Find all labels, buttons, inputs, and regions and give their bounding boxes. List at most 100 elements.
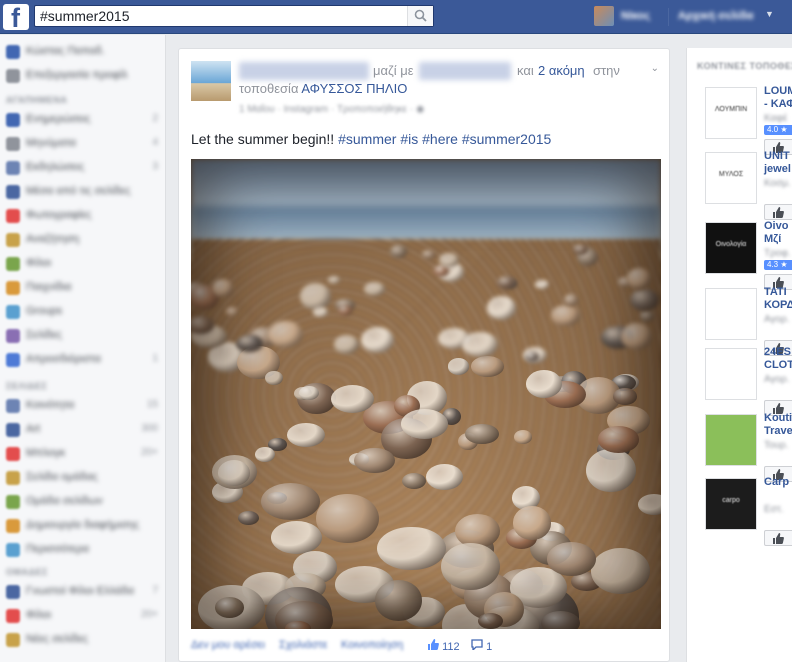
sidebar-item[interactable]: Σελίδα ομάδας — [4, 469, 162, 487]
sidebar-item-count: 15 — [146, 399, 158, 410]
sidebar-item[interactable]: Αναζήτηση — [4, 231, 162, 249]
hashtag-link[interactable]: #summer — [338, 131, 396, 147]
sidebar-item[interactable]: Νέες σελίδες — [4, 631, 162, 649]
user-name-link[interactable]: Νίκος — [621, 10, 650, 22]
left-sidebar: Κώστας Παπαδ. Επεξεργασία προφίλ ΑΓΑΠΗΜΕΝΑ… — [0, 35, 166, 662]
post-meta-text: 1 Μαΐου · Instagram · Τροποποιήθηκε · — [239, 104, 416, 115]
hashtag-link[interactable]: #summer2015 — [462, 131, 552, 147]
place-title-link[interactable]: LOUM - ΚΑΦ — [764, 85, 792, 111]
nearby-place-item: 24ES CLOT Αγορ. — [687, 344, 792, 416]
sidebar-item[interactable]: Groups — [4, 303, 162, 321]
sidebar-item-icon — [6, 447, 20, 461]
at-text: στην — [593, 63, 620, 78]
thumbs-up-icon — [773, 533, 784, 544]
search-button[interactable] — [407, 6, 433, 26]
sidebar-item-count: 20+ — [141, 609, 158, 620]
place-rating-badge: 4.3 ★ — [764, 260, 792, 270]
place-thumbnail[interactable] — [705, 414, 757, 466]
sidebar-item[interactable]: Μηνύματα 4 — [4, 135, 162, 153]
place-title-link[interactable]: ΤΑΤΙ ΚΟΡΔ — [764, 286, 792, 312]
thumbs-up-icon — [428, 639, 439, 650]
sidebar-item-label: Κοινότητα — [26, 399, 75, 411]
sidebar-item[interactable]: Μπλογκ 20+ — [4, 445, 162, 463]
sidebar-item[interactable]: Ομάδα σελίδων — [4, 493, 162, 511]
sidebar-item[interactable]: Απροσδιόριστα 1 — [4, 351, 162, 369]
likes-summary[interactable]: 112 — [427, 639, 460, 653]
place-title-link[interactable]: Kouti Trave — [764, 412, 792, 438]
place-rating-badge: 4.0 ★ — [764, 125, 792, 135]
comments-summary[interactable]: 1 — [471, 639, 492, 653]
nearby-places-heading: ΚΟΝΤΙΝΕΣ ΤΟΠΟΘΕΣΙΕΣ — [697, 61, 792, 71]
place-thumbnail[interactable] — [705, 348, 757, 400]
hashtag-link[interactable]: #here — [422, 131, 458, 147]
sidebar-item-count: 3 — [152, 161, 158, 172]
share-button[interactable]: Κοινοποίηση — [341, 639, 403, 651]
search-icon — [414, 9, 427, 22]
nearby-place-item: Kouti Trave Τουρ. — [687, 410, 792, 482]
with-text: μαζί με — [373, 63, 414, 78]
place-title-link[interactable]: Oivo Μζί — [764, 220, 788, 246]
sidebar-item-label: Φίλοι — [26, 609, 52, 621]
place-thumbnail[interactable]: ΛΟΥΜΠΙΝ — [705, 87, 757, 139]
thumbs-up-icon — [773, 207, 784, 218]
sidebar-item[interactable]: Παιχνίδια — [4, 279, 162, 297]
sidebar-item-icon — [6, 137, 20, 151]
like-button[interactable]: Δεν μου αρέσει — [191, 639, 265, 651]
sidebar-item-icon — [6, 585, 20, 599]
hashtag-link[interactable]: #is — [400, 131, 418, 147]
facebook-logo[interactable]: f — [3, 4, 29, 30]
post-options-chevron-icon[interactable]: ⌄ — [651, 63, 659, 74]
chevron-down-icon[interactable]: ▼ — [765, 9, 774, 19]
place-category: Αγορ. — [764, 314, 790, 325]
sidebar-item-label: Νέες σελίδες — [26, 633, 89, 645]
author-name[interactable] — [239, 62, 369, 80]
sidebar-item[interactable]: Σελίδες — [4, 327, 162, 345]
sidebar-item[interactable]: Περισσότερα — [4, 541, 162, 559]
place-like-button[interactable] — [764, 530, 792, 546]
sidebar-item-label: Σελίδες — [26, 329, 62, 341]
comment-button[interactable]: Σχολιάστε — [279, 639, 328, 651]
others-link[interactable]: 2 ακόμη — [538, 63, 585, 78]
sidebar-item-label: Γνωστοί Φίλοι Ελλάδα — [26, 585, 134, 597]
location-link[interactable]: ΑΦΥΣΣΟΣ ΠΗΛΙΟ — [301, 81, 407, 96]
post-meta[interactable]: 1 Μαΐου · Instagram · Τροποποιήθηκε · ◉ — [239, 104, 425, 115]
place-title-link[interactable]: UNIT jewel — [764, 150, 791, 176]
top-bar: f Νίκος Αρχική σελίδα ▼ — [0, 0, 792, 34]
sidebar-item-label: Παιχνίδια — [26, 281, 72, 293]
sidebar-item[interactable]: Δημιουργία διαφήμισης — [4, 517, 162, 535]
sidebar-item-icon — [6, 423, 20, 437]
sidebar-item-icon — [6, 281, 20, 295]
search-box — [34, 5, 434, 27]
place-title-link[interactable]: Carp — [764, 476, 789, 489]
sidebar-item[interactable]: Κώστας Παπαδ. — [4, 43, 162, 61]
sidebar-item-icon — [6, 399, 20, 413]
post-photo[interactable] — [191, 159, 661, 629]
search-input[interactable] — [35, 6, 405, 26]
sidebar-item[interactable]: Φίλοι — [4, 255, 162, 273]
place-thumbnail[interactable] — [705, 288, 757, 340]
sidebar-item[interactable]: Μέσα από τις σελίδες — [4, 183, 162, 201]
place-title-link[interactable]: 24ES CLOT — [764, 346, 792, 372]
place-thumbnail[interactable]: carpo — [705, 478, 757, 530]
sidebar-item[interactable]: Γνωστοί Φίλοι Ελλάδα 7 — [4, 583, 162, 601]
sidebar-item-label: Ομάδα σελίδων — [26, 495, 103, 507]
sidebar-item[interactable]: Φωτογραφίες — [4, 207, 162, 225]
sidebar-item-label: Μηνύματα — [26, 137, 77, 149]
sidebar-item-label: Groups — [26, 305, 63, 317]
place-thumbnail[interactable]: ΜΥΛΟΣ — [705, 152, 757, 204]
sidebar-item[interactable]: Art 300 — [4, 421, 162, 439]
likes-count: 112 — [442, 641, 460, 653]
sidebar-item[interactable]: Επεξεργασία προφίλ — [4, 67, 162, 85]
place-thumbnail[interactable]: Οινολογία — [705, 222, 757, 274]
place-category: Εστ. — [764, 504, 784, 515]
author-avatar[interactable] — [191, 61, 231, 101]
sidebar-item-label: Δημιουργία διαφήμισης — [26, 519, 140, 531]
home-link[interactable]: Αρχική σελίδα — [678, 10, 753, 22]
user-avatar[interactable] — [594, 6, 614, 26]
sidebar-item[interactable]: Φίλοι 20+ — [4, 607, 162, 625]
sidebar-item[interactable]: Εκδηλώσεις 3 — [4, 159, 162, 177]
sidebar-item-count: 20+ — [141, 447, 158, 458]
tagged-friend-name[interactable] — [419, 62, 511, 80]
sidebar-item[interactable]: Ενημερώσεις 2 — [4, 111, 162, 129]
sidebar-item[interactable]: Κοινότητα 15 — [4, 397, 162, 415]
